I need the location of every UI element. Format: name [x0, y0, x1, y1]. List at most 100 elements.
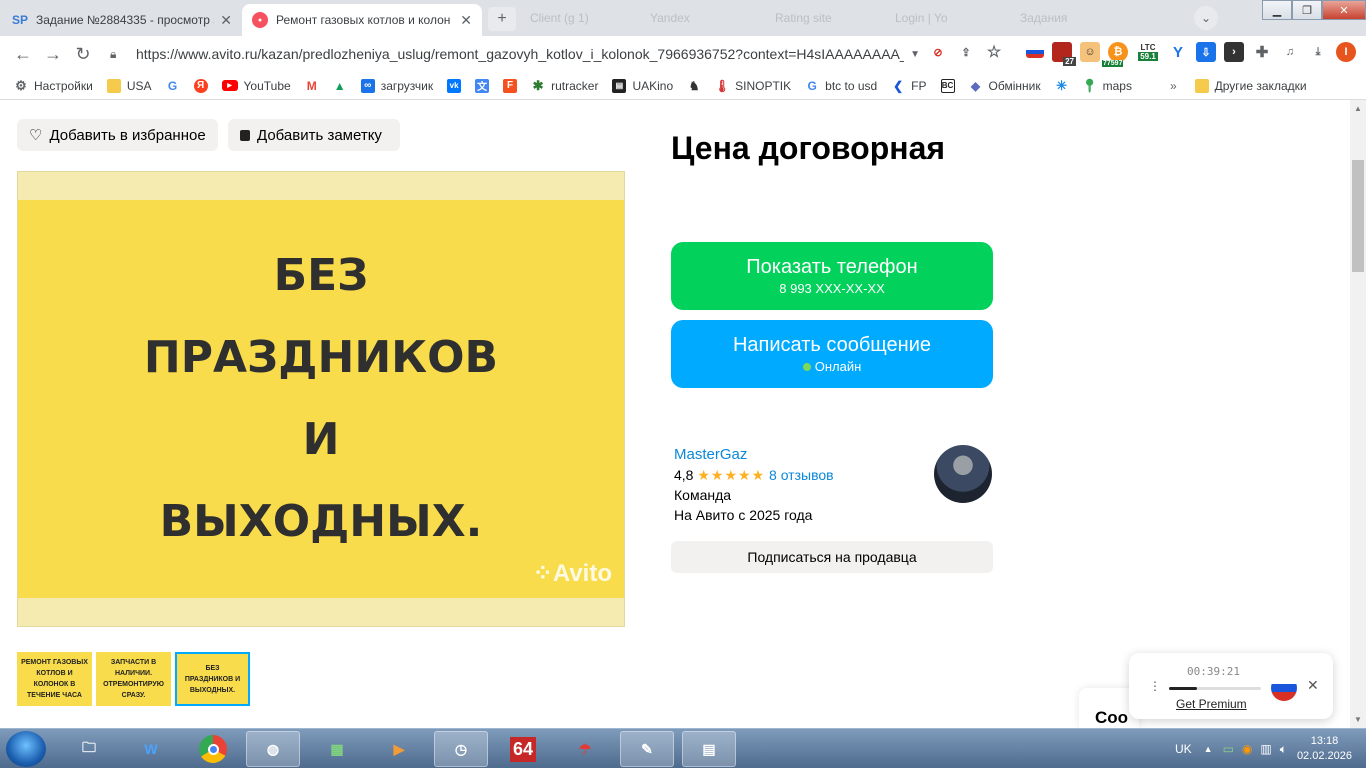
reviews-link[interactable]: 8 отзывов: [769, 467, 834, 483]
bookmark-star-icon[interactable]: ☆: [984, 42, 1004, 62]
close-window-button[interactable]: ✕: [1322, 0, 1366, 20]
blocked-icon[interactable]: ⊘: [928, 42, 948, 62]
write-message-button[interactable]: Написать сообщение Онлайн: [671, 320, 993, 388]
bookmark-label: rutracker: [551, 78, 599, 93]
main-gallery-image[interactable]: БЕЗ ПРАЗДНИКОВ И ВЫХОДНЫХ. ⁘Avito: [17, 171, 625, 627]
bookmark-rutracker[interactable]: ✱ rutracker: [531, 78, 599, 93]
bookmark-maps[interactable]: 📍︎ maps: [1081, 78, 1132, 93]
close-icon[interactable]: ✕: [1307, 677, 1319, 694]
wise-icon[interactable]: W: [124, 731, 178, 767]
tab-avito[interactable]: ● Ремонт газовых котлов и колон ✕: [242, 4, 482, 36]
subscribe-seller-button[interactable]: Подписаться на продавца: [671, 541, 993, 573]
bookmark-zagruzchik[interactable]: ∞ загрузчик: [360, 78, 433, 93]
explorer-icon[interactable]: 🗀︎: [62, 731, 116, 767]
language-indicator[interactable]: UK: [1175, 742, 1192, 756]
add-note-button[interactable]: Добавить заметку: [228, 119, 400, 151]
gallery-thumbnail-3[interactable]: БЕЗ ПРАЗДНИКОВ И ВЫХОДНЫХ.: [175, 652, 250, 706]
bookmark-translate[interactable]: 文: [475, 78, 490, 93]
tray-expand-icon[interactable]: ▲: [1204, 744, 1213, 754]
bookmark-sinoptik[interactable]: 🌡︎ SINOPTIK: [715, 79, 792, 93]
profile-avatar[interactable]: I: [1336, 42, 1356, 62]
add-to-favorites-button[interactable]: ♡ Добавить в избранное: [17, 119, 218, 151]
heart-icon: ♡: [29, 127, 43, 144]
reload-icon[interactable]: ↻: [70, 41, 96, 67]
face-extension-icon[interactable]: ☺: [1080, 42, 1100, 62]
back-arrow-icon[interactable]: ←: [10, 41, 36, 67]
clock-app-icon[interactable]: ◷: [434, 731, 488, 767]
yandex-icon: Я: [193, 78, 208, 93]
seller-avatar[interactable]: [934, 445, 992, 503]
clock-time: 13:18: [1310, 735, 1339, 747]
bookmark-usa[interactable]: USA: [106, 78, 152, 93]
downloads-icon[interactable]: ⤓: [1308, 42, 1328, 62]
bookmark-star[interactable]: ✳: [1055, 78, 1069, 93]
tray-app-icon[interactable]: ▭: [1223, 742, 1234, 756]
show-phone-button[interactable]: Показать телефон 8 993 XXX-XX-XX: [671, 242, 993, 310]
scroll-down-icon[interactable]: ▼: [1354, 715, 1362, 724]
terminal-extension-icon[interactable]: ›: [1224, 42, 1244, 62]
maximize-button[interactable]: ❐: [1292, 0, 1322, 20]
bookmark-label: USA: [126, 78, 152, 93]
bitcoin-icon[interactable]: ₿ 77597: [1102, 42, 1128, 67]
gallery-thumbnail-2[interactable]: ЗАПЧАСТИ В НАЛИЧИИ. ОТРЕМОНТИРУЮ СРАЗУ.: [96, 652, 171, 706]
clock[interactable]: 13:18 02.02.2026: [1297, 734, 1352, 764]
sheets-icon[interactable]: ▦: [310, 731, 364, 767]
rating-stars-icon: ★★★★★: [697, 467, 766, 483]
more-bookmarks-button[interactable]: »: [1170, 79, 1177, 93]
bookmark-yandex[interactable]: Я: [193, 78, 208, 93]
extension-27-icon[interactable]: 27: [1052, 42, 1076, 66]
bookmark-settings[interactable]: ⚙ Настройки: [14, 78, 93, 93]
network-icon[interactable]: ▥: [1260, 742, 1271, 756]
browser-globe-icon[interactable]: ◍: [246, 731, 300, 767]
forward-arrow-icon[interactable]: →: [40, 41, 66, 67]
ltc-extension[interactable]: LTC 59.1: [1136, 42, 1160, 62]
bookmark-vk[interactable]: vk: [447, 78, 462, 93]
close-tab-icon[interactable]: ✕: [460, 12, 472, 29]
minimize-button[interactable]: ▁: [1262, 0, 1292, 20]
recorder-menu-icon[interactable]: ⋮: [1149, 679, 1161, 693]
umbrella-icon[interactable]: ☂: [558, 731, 612, 767]
page-scrollbar[interactable]: ▲ ▼: [1350, 100, 1366, 728]
other-bookmarks[interactable]: Другие закладки: [1194, 78, 1307, 93]
new-tab-button[interactable]: +: [488, 7, 516, 31]
url-text[interactable]: https://www.avito.ru/kazan/predlozheniya…: [136, 46, 904, 62]
puzzle-icon[interactable]: ✚: [1252, 42, 1272, 62]
dropdown-caret-icon[interactable]: ▼: [910, 49, 920, 60]
bookmark-uakino[interactable]: ▤ UAKino: [612, 78, 673, 93]
bookmark-btc-to-usd[interactable]: Gbtc to usd: [805, 79, 877, 93]
bookmark-google[interactable]: G: [166, 79, 180, 93]
seller-name-link[interactable]: MasterGaz: [674, 445, 834, 465]
start-button[interactable]: [6, 731, 46, 767]
get-premium-link[interactable]: Get Premium: [1176, 697, 1247, 711]
tray-rss-icon[interactable]: ◉: [1242, 742, 1252, 756]
russia-flag-icon[interactable]: [1271, 675, 1297, 701]
tab-zadanie[interactable]: SP Задание №2884335 - просмотр з ✕: [2, 4, 242, 36]
scroll-up-icon[interactable]: ▲: [1354, 104, 1362, 113]
thumbnail-text: ЗАПЧАСТИ В НАЛИЧИИ. ОТРЕМОНТИРУЮ СРАЗУ.: [103, 659, 164, 699]
address-bar[interactable]: 🔒︎ https://www.avito.ru/kazan/predlozhen…: [100, 40, 920, 68]
scrollbar-thumb[interactable]: [1352, 160, 1364, 272]
bookmark-obminnyk[interactable]: ◆ Обмінник: [969, 79, 1041, 93]
volume-icon[interactable]: 🔈︎: [1280, 742, 1287, 757]
bookmark-fp[interactable]: ❮ FP: [891, 79, 926, 93]
bookmark-bc[interactable]: BC: [940, 78, 955, 93]
notepad-icon[interactable]: ✎: [620, 731, 674, 767]
tab-search-button[interactable]: ⌄: [1194, 6, 1218, 30]
aida64-icon[interactable]: 64: [509, 736, 537, 762]
russia-flag-icon[interactable]: [1026, 46, 1044, 58]
gallery-thumbnail-1[interactable]: РЕМОНТ ГАЗОВЫХ КОТЛОВ И КОЛОНОК В ТЕЧЕНИ…: [17, 652, 92, 706]
google-icon: G: [807, 78, 817, 93]
media-icon[interactable]: ♫: [1280, 42, 1300, 62]
bookmark-gmail[interactable]: M: [305, 79, 319, 93]
share-icon[interactable]: ⇪: [956, 42, 976, 62]
bookmark-rider[interactable]: ♞: [687, 79, 701, 93]
y-extension-icon[interactable]: Y: [1168, 42, 1188, 62]
calculator-icon[interactable]: ▤: [682, 731, 736, 767]
close-tab-icon[interactable]: ✕: [220, 12, 232, 29]
bookmark-youtube[interactable]: ▶ YouTube: [221, 79, 291, 93]
chrome-icon[interactable]: [186, 731, 240, 767]
bookmark-drive[interactable]: ▲: [333, 79, 347, 93]
media-player-icon[interactable]: ▶: [372, 731, 426, 767]
bookmark-f[interactable]: F: [503, 78, 518, 93]
download-extension-icon[interactable]: ⇩: [1196, 42, 1216, 62]
